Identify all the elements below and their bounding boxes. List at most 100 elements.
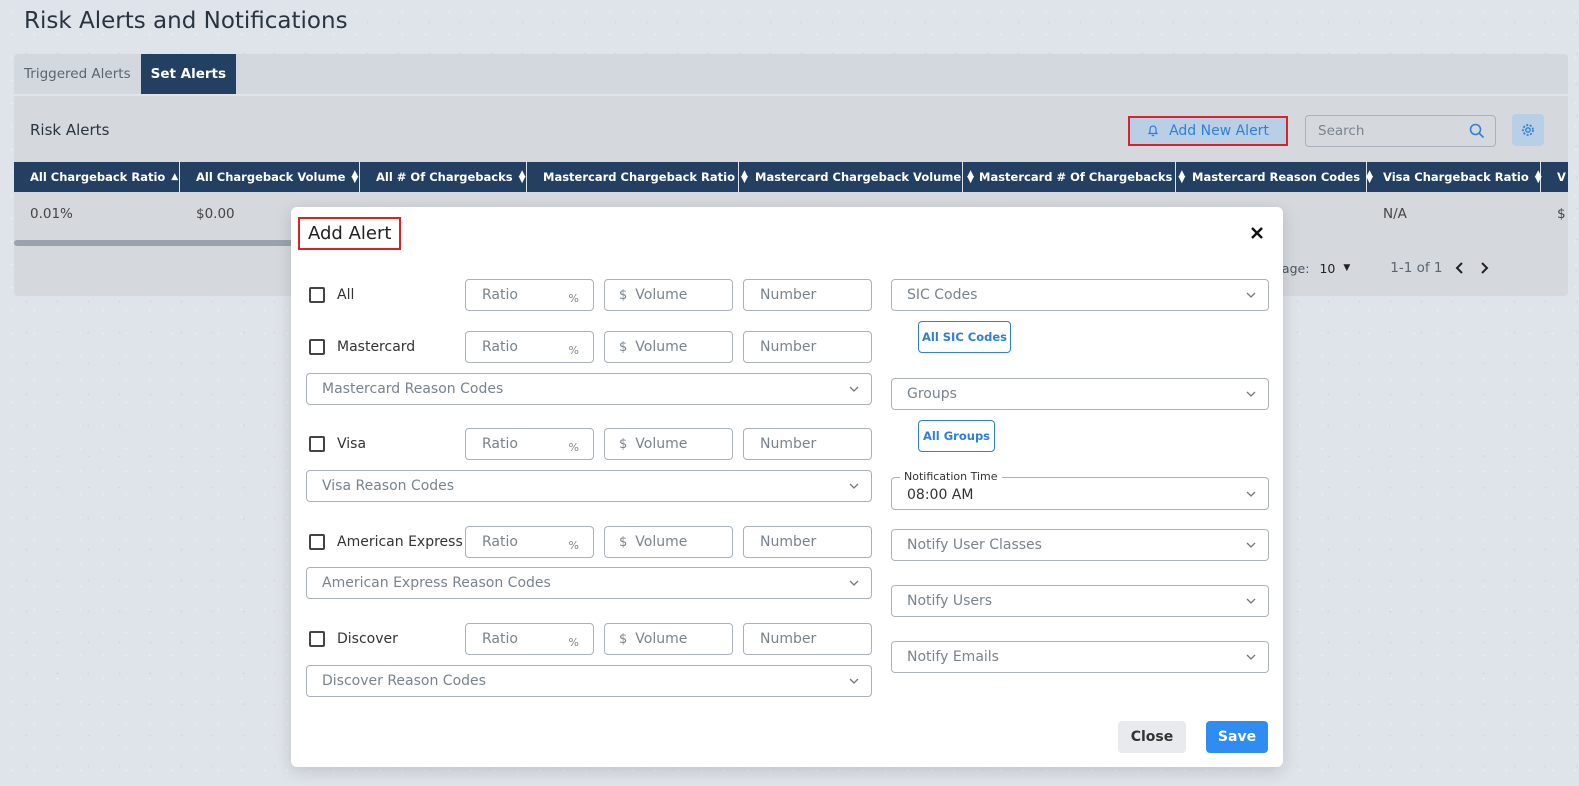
notification-time-label: Notification Time [900,470,1002,483]
settings-button[interactable] [1512,114,1544,146]
number-field[interactable] [743,331,872,363]
percent-sign: % [568,635,579,649]
volume-input[interactable] [633,533,718,551]
number-input[interactable] [758,435,857,453]
discover-reason-codes-select[interactable]: Discover Reason Codes [306,665,872,697]
dollar-sign: $ [619,631,628,647]
column-header[interactable]: All Chargeback Volume ▲ ▼ [180,162,360,192]
volume-field[interactable]: $ [604,623,733,655]
notify-users-select[interactable]: Notify Users [891,585,1269,617]
brand-row-american-express: American Express [309,526,463,558]
select-label: Notify Users [907,593,993,609]
number-field[interactable] [743,623,872,655]
ratio-input[interactable] [480,286,565,304]
checkbox-visa[interactable] [309,436,325,452]
notify-emails-select[interactable]: Notify Emails [891,641,1269,673]
column-header[interactable]: Mastercard Reason Codes ▲ ▼ [1176,162,1373,192]
percent-sign: % [568,291,579,305]
rows-per-page-select[interactable]: 10 ▼ [1319,261,1350,276]
checkbox-all[interactable] [309,287,325,303]
column-header[interactable]: V [1541,162,1568,192]
column-header[interactable]: All # Of Chargebacks ▲ ▼ [360,162,527,192]
column-header[interactable]: Mastercard # Of Chargebacks ▲ ▼ [963,162,1185,192]
checkbox-discover[interactable] [309,631,325,647]
notify-user-classes-select[interactable]: Notify User Classes [891,529,1269,561]
brand-label: Discover [337,631,398,647]
dollar-sign: $ [619,436,628,452]
number-input[interactable] [758,286,857,304]
select-label: Visa Reason Codes [322,478,455,494]
column-header[interactable]: Visa Chargeback Ratio ▲ ▼ [1367,162,1542,192]
groups-select[interactable]: Groups [891,378,1269,410]
horizontal-scrollbar[interactable] [14,240,314,246]
volume-input[interactable] [633,286,718,304]
tab-set-alerts[interactable]: Set Alerts [140,54,237,94]
volume-input[interactable] [633,630,718,648]
visa-reason-codes-select[interactable]: Visa Reason Codes [306,470,872,502]
ratio-field[interactable]: % [465,428,594,460]
select-label: Groups [907,386,957,402]
checkbox-american-express[interactable] [309,534,325,550]
select-label: Mastercard Reason Codes [322,381,504,397]
ratio-field[interactable]: % [465,331,594,363]
number-field[interactable] [743,526,872,558]
all-sic-codes-button[interactable]: All SIC Codes [918,321,1011,353]
brand-label: All [337,287,355,303]
chevron-left-icon[interactable] [1453,261,1467,275]
number-field[interactable] [743,279,872,311]
ratio-input[interactable] [480,630,565,648]
sort-asc-icon: ▲ [171,172,179,182]
save-button[interactable]: Save [1206,721,1268,753]
column-header[interactable]: Mastercard Chargeback Volume ▲ ▼ [739,162,974,192]
ratio-field[interactable]: % [465,279,594,311]
brand-row-all: All [309,279,354,311]
number-input[interactable] [758,533,857,551]
column-header[interactable]: Mastercard Chargeback Ratio ▲ ▼ [527,162,748,192]
dialog-title: Add Alert [298,217,402,250]
dollar-sign: $ [619,339,628,355]
volume-field[interactable]: $ [604,331,733,363]
volume-field[interactable]: $ [604,279,733,311]
volume-input[interactable] [633,435,718,453]
ratio-field[interactable]: % [465,623,594,655]
volume-input[interactable] [633,338,718,356]
ratio-field[interactable]: % [465,526,594,558]
sort-icon: ▲ ▼ [518,169,526,185]
chevron-down-icon [1246,654,1256,660]
close-icon[interactable] [1249,225,1265,241]
page-range: 1-1 of 1 [1390,260,1443,276]
close-button[interactable]: Close [1118,721,1186,753]
add-alert-dialog: Add Alert All % $ Mastercard % $ Masterc… [291,207,1283,767]
brand-label: Visa [337,436,367,452]
chevron-right-icon[interactable] [1477,261,1491,275]
search-input[interactable] [1316,122,1456,140]
select-label: Discover Reason Codes [322,673,486,689]
add-new-alert-button[interactable]: Add New Alert [1128,116,1288,146]
number-input[interactable] [758,338,857,356]
brand-label: Mastercard [337,339,416,355]
volume-field[interactable]: $ [604,428,733,460]
tab-triggered-alerts[interactable]: Triggered Alerts [14,54,141,94]
notification-time-select[interactable]: Notification Time 08:00 AM [891,470,1269,510]
volume-field[interactable]: $ [604,526,733,558]
sic-codes-select[interactable]: SIC Codes [891,279,1269,311]
column-header[interactable]: All Chargeback Ratio ▲ [14,162,180,192]
dollar-sign: $ [619,287,628,303]
american-express-reason-codes-select[interactable]: American Express Reason Codes [306,567,872,599]
chevron-down-icon [849,386,859,392]
select-label: Notify Emails [907,649,999,665]
notification-time-value: 08:00 AM [907,487,974,503]
number-field[interactable] [743,428,872,460]
bell-icon [1147,125,1159,137]
ratio-input[interactable] [480,338,565,356]
ratio-input[interactable] [480,533,565,551]
ratio-input[interactable] [480,435,565,453]
brand-label: American Express [337,534,463,550]
number-input[interactable] [758,630,857,648]
search-icon[interactable] [1469,123,1485,139]
gear-icon [1522,124,1534,136]
caret-down-icon: ▼ [1343,263,1351,273]
checkbox-mastercard[interactable] [309,339,325,355]
all-groups-button[interactable]: All Groups [918,420,995,452]
mastercard-reason-codes-select[interactable]: Mastercard Reason Codes [306,373,872,405]
